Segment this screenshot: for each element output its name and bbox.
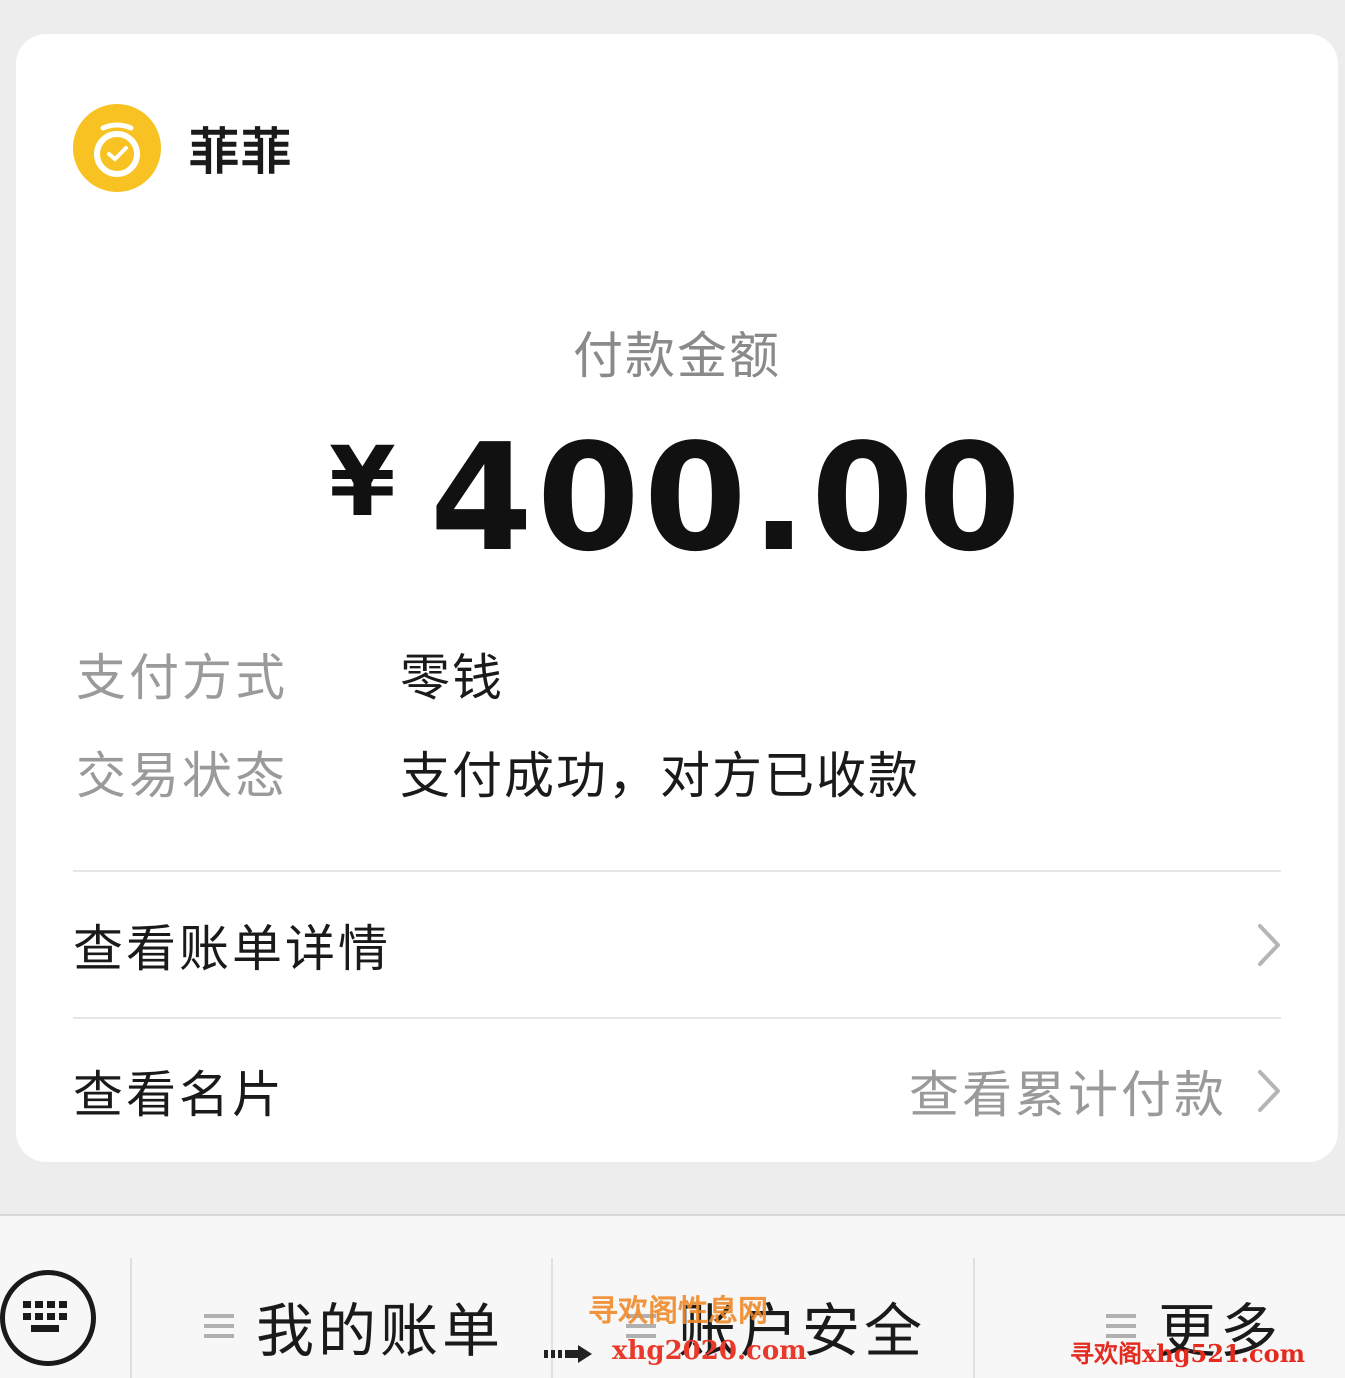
view-cumulative-payment-label: 查看累计付款 xyxy=(909,1066,1227,1124)
transaction-status-row: 交易状态 支付成功，对方已收款 xyxy=(76,736,920,808)
menu-separator xyxy=(973,1258,975,1378)
keyboard-icon xyxy=(23,1301,67,1332)
watermark-text: 寻欢阁性息网 xyxy=(588,1294,768,1329)
transaction-status-label: 交易状态 xyxy=(76,747,288,805)
view-business-card-label: 查看名片 xyxy=(73,1066,285,1124)
payment-amount: ¥400.00 xyxy=(16,412,1338,584)
payment-card: 菲菲 付款金额 ¥400.00 支付方式 零钱 交易状态 支付成功，对方已收款 … xyxy=(16,34,1338,1162)
transaction-status-value: 支付成功，对方已收款 xyxy=(400,747,920,805)
menu-my-bills-label: 我的账单 xyxy=(256,1297,505,1365)
menu-my-bills[interactable]: 我的账单 xyxy=(204,1284,504,1368)
amount-label: 付款金额 xyxy=(573,327,781,385)
divider xyxy=(73,870,1281,872)
view-bill-details-link[interactable]: 查看账单详情 xyxy=(73,895,1281,995)
watermark-arrow-icon xyxy=(544,1345,592,1363)
divider xyxy=(73,1017,1281,1019)
chevron-right-icon xyxy=(1258,924,1280,966)
payment-method-row: 支付方式 零钱 xyxy=(76,638,504,710)
menu-separator xyxy=(130,1258,132,1378)
currency-symbol: ¥ xyxy=(329,426,396,538)
merchant-name: 菲菲 xyxy=(189,123,293,181)
amount-value: 400.00 xyxy=(429,412,1025,584)
payment-method-value: 零钱 xyxy=(400,649,504,707)
menu-icon xyxy=(204,1314,234,1338)
watermark-right-text: 寻欢阁xhg521.com xyxy=(1070,1339,1306,1368)
yellow-wallet-icon xyxy=(73,104,161,192)
merchant-header: 菲菲 xyxy=(73,104,293,192)
view-bill-details-label: 查看账单详情 xyxy=(73,920,391,978)
view-business-card-link[interactable]: 查看名片 查看累计付款 xyxy=(73,1041,1281,1141)
keyboard-toggle-button[interactable] xyxy=(0,1270,96,1366)
chevron-right-icon xyxy=(1258,1070,1280,1112)
watermark-site: xhg2020.com xyxy=(612,1336,807,1366)
view-cumulative-payment-link[interactable]: 查看累计付款 xyxy=(909,1055,1281,1127)
payment-method-label: 支付方式 xyxy=(76,649,288,707)
payment-result-page: 菲菲 付款金额 ¥400.00 支付方式 零钱 交易状态 支付成功，对方已收款 … xyxy=(0,0,1345,1378)
